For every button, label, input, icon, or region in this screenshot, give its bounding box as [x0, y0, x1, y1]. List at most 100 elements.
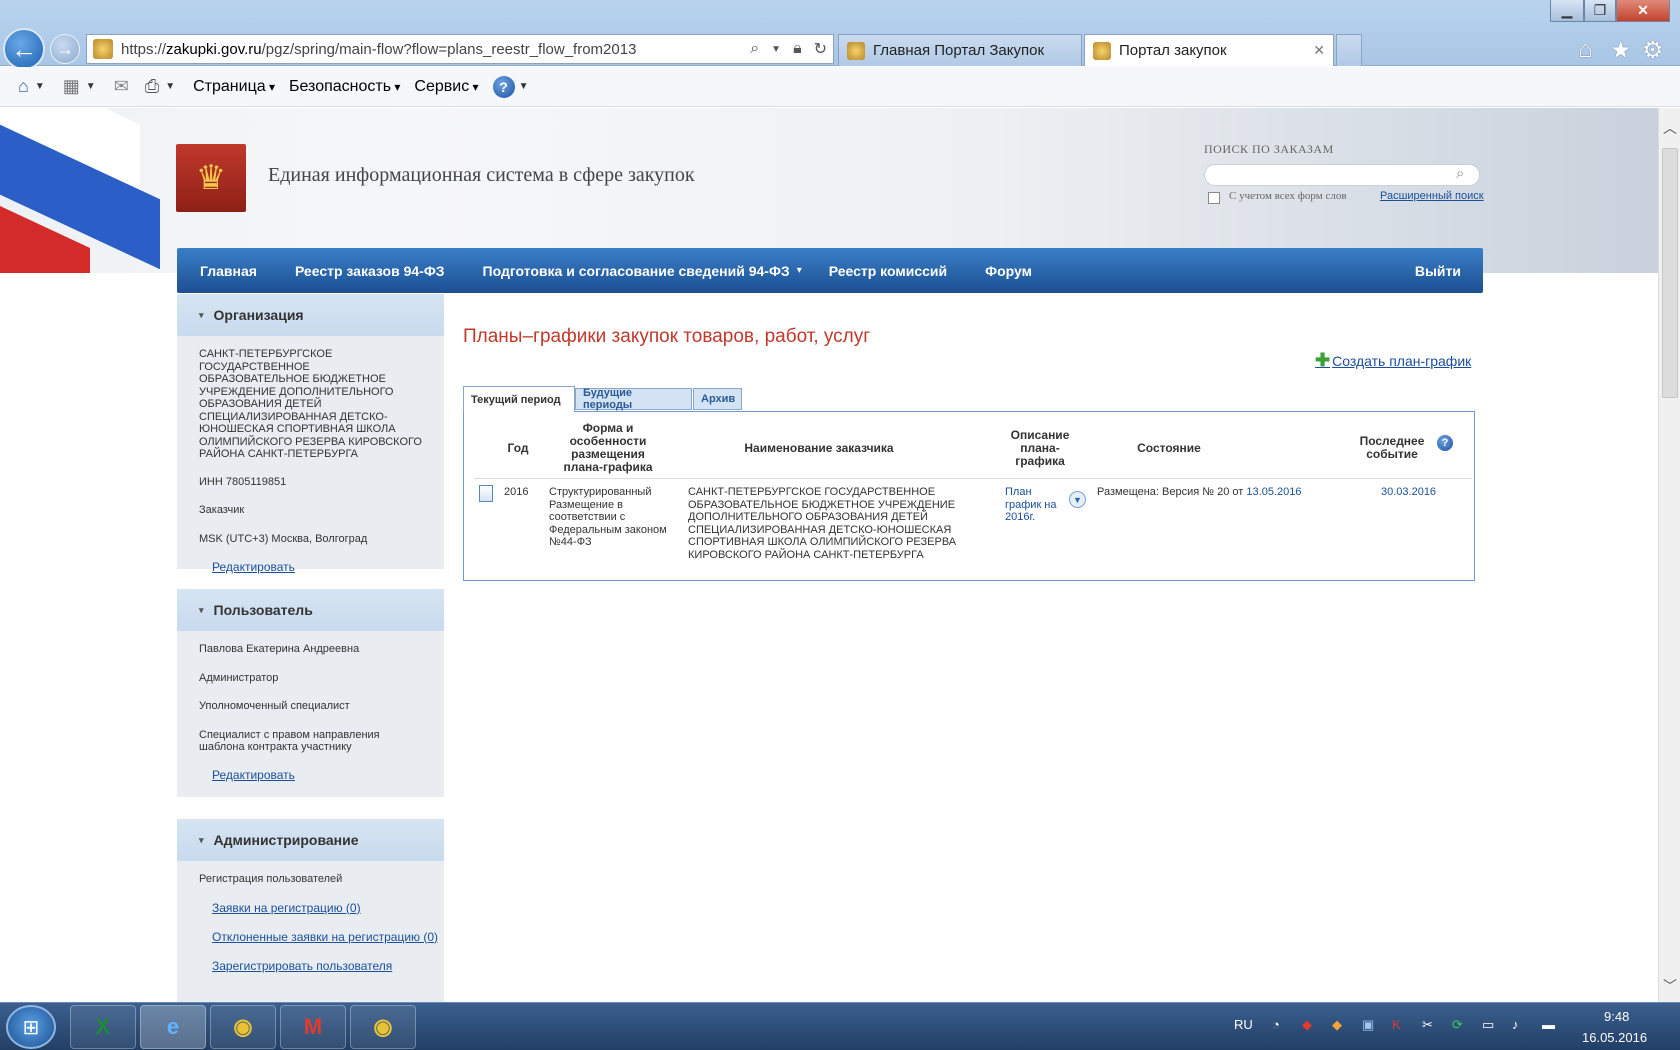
- address-url[interactable]: https://zakupki.gov.ru/pgz/spring/main-f…: [121, 41, 744, 58]
- last-event-link[interactable]: 30.03.2016: [1381, 486, 1436, 499]
- logout-link[interactable]: Выйти: [1415, 263, 1461, 279]
- status-text: Размещена: Версия № 20 от: [1097, 486, 1244, 498]
- info-icon[interactable]: ?: [1437, 435, 1453, 451]
- tab-future-periods[interactable]: Будущие периоды: [575, 387, 692, 411]
- minimize-button[interactable]: ▁: [1550, 0, 1584, 22]
- clock-time[interactable]: 9:48: [1604, 1009, 1629, 1024]
- chevron-down-icon[interactable]: ▼: [519, 81, 529, 92]
- organization-timezone: MSK (UTC+3) Москва, Волгоград: [199, 532, 368, 545]
- rejected-requests-link[interactable]: Отклоненные заявки на регистрацию (0): [177, 930, 444, 944]
- chevron-down-icon[interactable]: ▼: [165, 81, 175, 92]
- column-header-last-event: Последнее событие: [1359, 434, 1425, 461]
- tray-kaspersky-icon[interactable]: K: [1392, 1017, 1401, 1032]
- print-icon[interactable]: ⎙: [145, 76, 159, 97]
- plus-icon: ✚: [1315, 350, 1331, 370]
- dropdown-circle-icon[interactable]: ▼: [1069, 491, 1086, 508]
- tray-disconnect-icon[interactable]: ✂: [1422, 1017, 1433, 1033]
- register-user-link[interactable]: Зарегистрировать пользователя: [177, 959, 444, 973]
- tray-device-icon[interactable]: ▣: [1362, 1017, 1374, 1033]
- taskbar-ie-icon[interactable]: e: [140, 1005, 206, 1049]
- nav-item-preparation[interactable]: Подготовка и согласование сведений 94-ФЗ: [483, 263, 790, 279]
- word-forms-checkbox[interactable]: [1208, 192, 1220, 204]
- document-icon[interactable]: [479, 485, 493, 502]
- create-plan-link[interactable]: ✚ Создать план-график: [1315, 350, 1471, 371]
- windows-taskbar: ⊞ X e ◉ M ◉ RU ◔ ◆ ◆ ▣ K ✂ ⟳ ▭ ♪ ▬ 9:48 …: [0, 1002, 1680, 1050]
- organization-edit-link[interactable]: Редактировать: [177, 560, 444, 574]
- browser-tab-portal[interactable]: Портал закупок ✕: [1084, 34, 1334, 66]
- chevron-down-icon[interactable]: ▾: [797, 265, 802, 276]
- tray-monitor-icon[interactable]: ▭: [1482, 1017, 1494, 1033]
- order-search-input[interactable]: [1204, 164, 1480, 186]
- home-icon[interactable]: ⌂: [1578, 36, 1593, 64]
- site-title: Единая информационная система в сфере за…: [268, 164, 695, 186]
- panel-title: Администрирование: [213, 832, 359, 848]
- scroll-down-icon[interactable]: ﹀: [1659, 976, 1680, 996]
- chevron-down-icon[interactable]: ▼: [35, 81, 45, 92]
- tab-archive[interactable]: Архив: [693, 388, 742, 410]
- organization-panel: ▾ Организация САНКТ-ПЕТЕРБУРГСКОЕ ГОСУДА…: [177, 294, 444, 574]
- taskbar-chrome-icon[interactable]: ◉: [210, 1005, 276, 1049]
- admin-panel-header[interactable]: ▾ Администрирование: [177, 819, 444, 861]
- tab-label: Главная Портал Закупок: [873, 42, 1045, 59]
- user-edit-link[interactable]: Редактировать: [177, 768, 444, 782]
- organization-panel-header[interactable]: ▾ Организация: [177, 294, 444, 336]
- start-button[interactable]: ⊞: [6, 1005, 56, 1049]
- clock-date[interactable]: 16.05.2016: [1582, 1030, 1647, 1045]
- tray-volume-icon[interactable]: ♪: [1512, 1017, 1519, 1032]
- language-indicator[interactable]: RU: [1234, 1017, 1253, 1032]
- tab-current-period[interactable]: Текущий период: [463, 386, 575, 412]
- nav-item-forum[interactable]: Форум: [985, 263, 1032, 279]
- tray-app-icon[interactable]: ◆: [1332, 1017, 1342, 1033]
- taskbar-mcafee-icon[interactable]: M: [280, 1005, 346, 1049]
- gear-icon[interactable]: ⚙: [1642, 36, 1664, 65]
- forward-button[interactable]: →: [50, 34, 80, 64]
- address-bar[interactable]: https://zakupki.gov.ru/pgz/spring/main-f…: [86, 34, 834, 64]
- registration-requests-link[interactable]: Заявки на регистрацию (0): [177, 901, 444, 915]
- back-button[interactable]: ←: [3, 28, 45, 70]
- nav-item-home[interactable]: Главная: [200, 263, 257, 279]
- rss-feed-icon[interactable]: ▦: [63, 76, 80, 97]
- tray-sync-icon[interactable]: ⟳: [1452, 1017, 1463, 1033]
- coat-of-arms-logo[interactable]: ♛: [176, 144, 246, 212]
- search-label: ПОИСК ПО ЗАКАЗАМ: [1204, 142, 1334, 156]
- lock-icon[interactable]: 🔒︎: [793, 40, 802, 58]
- plan-description-link[interactable]: План график на 2016г.: [1005, 486, 1065, 524]
- tray-battery-icon[interactable]: ▬: [1542, 1017, 1555, 1032]
- column-header-form: Форма и особенности размещения плана-гра…: [563, 421, 653, 474]
- user-name: Павлова Екатерина Андреевна: [199, 643, 360, 655]
- user-panel-header[interactable]: ▾ Пользователь: [177, 589, 444, 631]
- organization-role: Заказчик: [199, 504, 245, 516]
- home-icon[interactable]: ⌂: [18, 76, 29, 97]
- help-icon[interactable]: ?: [492, 75, 515, 98]
- maximize-button[interactable]: ❐: [1584, 0, 1616, 22]
- search-icon[interactable]: ⌕: [750, 40, 759, 58]
- search-icon[interactable]: ⌕: [1456, 165, 1464, 182]
- chevron-down-icon[interactable]: ▼: [86, 81, 96, 92]
- menu-page[interactable]: Страница: [193, 78, 275, 96]
- nav-item-commissions[interactable]: Реестр комиссий: [829, 263, 947, 279]
- cell-status: Размещена: Версия № 20 от 13.05.2016: [1097, 486, 1301, 499]
- vertical-scrollbar[interactable]: ︿ ﹀: [1658, 108, 1680, 1002]
- browser-titlebar: ▁ ❐ ✕ ← → https://zakupki.gov.ru/pgz/spr…: [0, 0, 1680, 70]
- nav-item-orders-registry[interactable]: Реестр заказов 94-ФЗ: [295, 263, 445, 279]
- refresh-icon[interactable]: ↻: [814, 39, 827, 59]
- taskbar-chrome-icon[interactable]: ◉: [350, 1005, 416, 1049]
- status-date-link[interactable]: 13.05.2016: [1246, 486, 1301, 498]
- browser-tab-main[interactable]: Главная Портал Закупок: [838, 34, 1082, 66]
- taskbar-excel-icon[interactable]: X: [70, 1005, 136, 1049]
- new-tab-button[interactable]: [1336, 34, 1362, 66]
- menu-security[interactable]: Безопасность: [289, 78, 400, 96]
- close-tab-icon[interactable]: ✕: [1313, 42, 1325, 59]
- tray-network-icon[interactable]: ◔: [1272, 1017, 1280, 1032]
- cell-year: 2016: [504, 486, 529, 498]
- close-window-button[interactable]: ✕: [1616, 0, 1670, 22]
- menu-tools[interactable]: Сервис: [414, 78, 478, 96]
- mail-icon[interactable]: ✉: [114, 76, 129, 97]
- advanced-search-link[interactable]: Расширенный поиск: [1380, 190, 1484, 202]
- column-header-year: Год: [507, 441, 529, 455]
- tray-pdf-icon[interactable]: ◆: [1302, 1017, 1312, 1033]
- scroll-up-icon[interactable]: ︿: [1659, 118, 1680, 138]
- dropdown-arrow-icon[interactable]: ▼: [771, 44, 781, 55]
- favorites-star-icon[interactable]: ★: [1610, 36, 1632, 65]
- scroll-thumb[interactable]: [1662, 148, 1678, 398]
